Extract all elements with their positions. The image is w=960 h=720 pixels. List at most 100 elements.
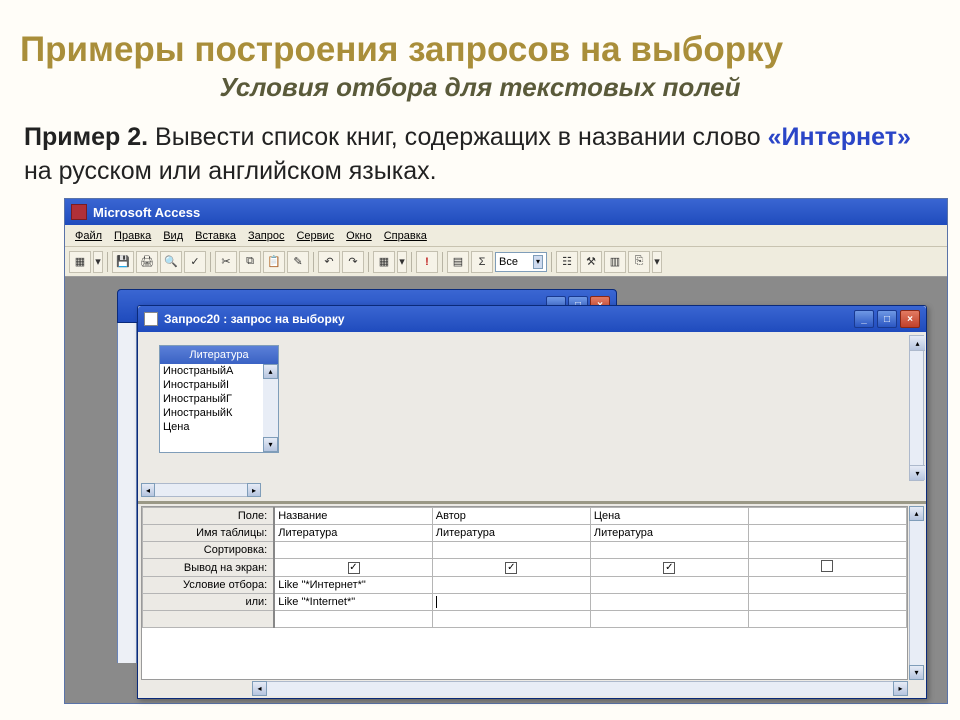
- maximize-icon[interactable]: □: [877, 310, 897, 328]
- scroll-right-icon[interactable]: ▸: [893, 681, 908, 696]
- table-box[interactable]: Литература ИностраныйА ИностраныйI Иност…: [159, 345, 279, 453]
- menu-file[interactable]: Файл: [69, 228, 108, 244]
- newobject-dropdown[interactable]: ▾: [652, 251, 662, 273]
- checkbox-icon[interactable]: [821, 560, 833, 572]
- list-item[interactable]: Цена: [160, 420, 278, 434]
- print-button[interactable]: 🖨: [136, 251, 158, 273]
- grid-cell[interactable]: [590, 542, 748, 559]
- grid-cell[interactable]: [432, 611, 590, 628]
- scroll-up-icon[interactable]: ▴: [909, 506, 924, 521]
- redo-button[interactable]: ↷: [342, 251, 364, 273]
- list-item[interactable]: ИностраныйА: [160, 364, 278, 378]
- menu-tools[interactable]: Сервис: [290, 228, 340, 244]
- topvalues-dropdown[interactable]: Все ▾: [495, 252, 547, 272]
- format-button[interactable]: ✎: [287, 251, 309, 273]
- toolbar: ▦ ▾ 💾 🖨 🔍 ✓ ✂ ⧉ 📋 ✎ ↶ ↷ ▦ ▾ ! ▤ Σ Все ▾ …: [65, 247, 947, 277]
- list-item[interactable]: ИностраныйI: [160, 378, 278, 392]
- grid-cell[interactable]: Like "*Интернет*": [274, 577, 432, 594]
- grid-cell[interactable]: [748, 594, 906, 611]
- grid-cell[interactable]: [748, 508, 906, 525]
- grid-cell[interactable]: [274, 542, 432, 559]
- grid-cell[interactable]: Цена: [590, 508, 748, 525]
- grid-cell[interactable]: [748, 542, 906, 559]
- grid-vscrollbar[interactable]: ▴ ▾: [909, 506, 924, 680]
- scroll-track[interactable]: [267, 681, 893, 696]
- query-titlebar[interactable]: Запрос20 : запрос на выборку _ □ ×: [138, 306, 926, 332]
- grid-cell[interactable]: Литература: [274, 525, 432, 542]
- save-button[interactable]: 💾: [112, 251, 134, 273]
- scroll-down-icon[interactable]: ▾: [263, 437, 278, 452]
- access-titlebar[interactable]: Microsoft Access: [65, 199, 947, 225]
- dbwindow-button[interactable]: ▥: [604, 251, 626, 273]
- view-dropdown[interactable]: ▾: [93, 251, 103, 273]
- paste-button[interactable]: 📋: [263, 251, 285, 273]
- newobject-button[interactable]: ⎘: [628, 251, 650, 273]
- access-window: Microsoft Access Файл Правка Вид Вставка…: [64, 198, 948, 704]
- preview-button[interactable]: 🔍: [160, 251, 182, 273]
- grid-cell[interactable]: [748, 611, 906, 628]
- grid-cell[interactable]: [590, 594, 748, 611]
- menu-query[interactable]: Запрос: [242, 228, 290, 244]
- grid-cell[interactable]: [748, 577, 906, 594]
- grid-cell[interactable]: [590, 611, 748, 628]
- scroll-left-icon[interactable]: ◂: [141, 483, 155, 497]
- menu-help[interactable]: Справка: [378, 228, 433, 244]
- grid-cell[interactable]: Литература: [590, 525, 748, 542]
- scroll-down-icon[interactable]: ▾: [910, 465, 925, 480]
- grid-cell[interactable]: Like "*Internet*": [274, 594, 432, 611]
- totals-button[interactable]: Σ: [471, 251, 493, 273]
- grid-cell[interactable]: Литература: [432, 525, 590, 542]
- menu-view[interactable]: Вид: [157, 228, 189, 244]
- cut-button[interactable]: ✂: [215, 251, 237, 273]
- grid-cell[interactable]: Автор: [432, 508, 590, 525]
- field-list[interactable]: ИностраныйА ИностраныйI ИностраныйГ Инос…: [160, 364, 278, 452]
- tables-pane[interactable]: Литература ИностраныйА ИностраныйI Иност…: [138, 332, 926, 504]
- checkbox-icon[interactable]: ✓: [505, 562, 517, 574]
- spell-button[interactable]: ✓: [184, 251, 206, 273]
- close-icon[interactable]: ×: [900, 310, 920, 328]
- menu-window[interactable]: Окно: [340, 228, 378, 244]
- properties-button[interactable]: ☷: [556, 251, 578, 273]
- grid-cell[interactable]: ✓: [590, 559, 748, 577]
- grid-cell[interactable]: [432, 594, 590, 611]
- grid-cell[interactable]: [432, 542, 590, 559]
- querytype-dropdown[interactable]: ▾: [397, 251, 407, 273]
- qbe-grid[interactable]: Поле: Название Автор Цена Имя таблицы: Л…: [141, 506, 908, 680]
- scroll-track[interactable]: [909, 521, 924, 665]
- scroll-track[interactable]: [155, 483, 247, 497]
- view-button[interactable]: ▦: [69, 251, 91, 273]
- hscrollbar[interactable]: ◂ ▸: [141, 483, 261, 497]
- menu-edit[interactable]: Правка: [108, 228, 157, 244]
- grid-hscrollbar[interactable]: ◂ ▸: [252, 681, 908, 696]
- example-text: Пример 2. Вывести список книг, содержащи…: [0, 103, 960, 199]
- grid-cell[interactable]: Название: [274, 508, 432, 525]
- scroll-left-icon[interactable]: ◂: [252, 681, 267, 696]
- copy-button[interactable]: ⧉: [239, 251, 261, 273]
- grid-cell[interactable]: ✓: [432, 559, 590, 577]
- undo-button[interactable]: ↶: [318, 251, 340, 273]
- scroll-up-icon[interactable]: ▴: [263, 364, 278, 379]
- grid-cell[interactable]: [748, 559, 906, 577]
- grid-cell[interactable]: ✓: [274, 559, 432, 577]
- vscrollbar[interactable]: ▴ ▾: [909, 335, 924, 481]
- grid-cell[interactable]: [590, 577, 748, 594]
- checkbox-icon[interactable]: ✓: [663, 562, 675, 574]
- scroll-up-icon[interactable]: ▴: [910, 336, 925, 351]
- grid-cell[interactable]: [274, 611, 432, 628]
- run-button[interactable]: !: [416, 251, 438, 273]
- grid-cell[interactable]: [748, 525, 906, 542]
- scroll-down-icon[interactable]: ▾: [909, 665, 924, 680]
- checkbox-icon[interactable]: ✓: [348, 562, 360, 574]
- menu-insert[interactable]: Вставка: [189, 228, 242, 244]
- querytype-button[interactable]: ▦: [373, 251, 395, 273]
- scroll-track[interactable]: [910, 351, 923, 465]
- grid-cell[interactable]: [432, 577, 590, 594]
- showtable-button[interactable]: ▤: [447, 251, 469, 273]
- scroll-track[interactable]: [263, 379, 278, 437]
- list-item[interactable]: ИностраныйК: [160, 406, 278, 420]
- scroll-right-icon[interactable]: ▸: [247, 483, 261, 497]
- builder-button[interactable]: ⚒: [580, 251, 602, 273]
- scrollbar[interactable]: ▴ ▾: [263, 364, 278, 452]
- minimize-icon[interactable]: _: [854, 310, 874, 328]
- list-item[interactable]: ИностраныйГ: [160, 392, 278, 406]
